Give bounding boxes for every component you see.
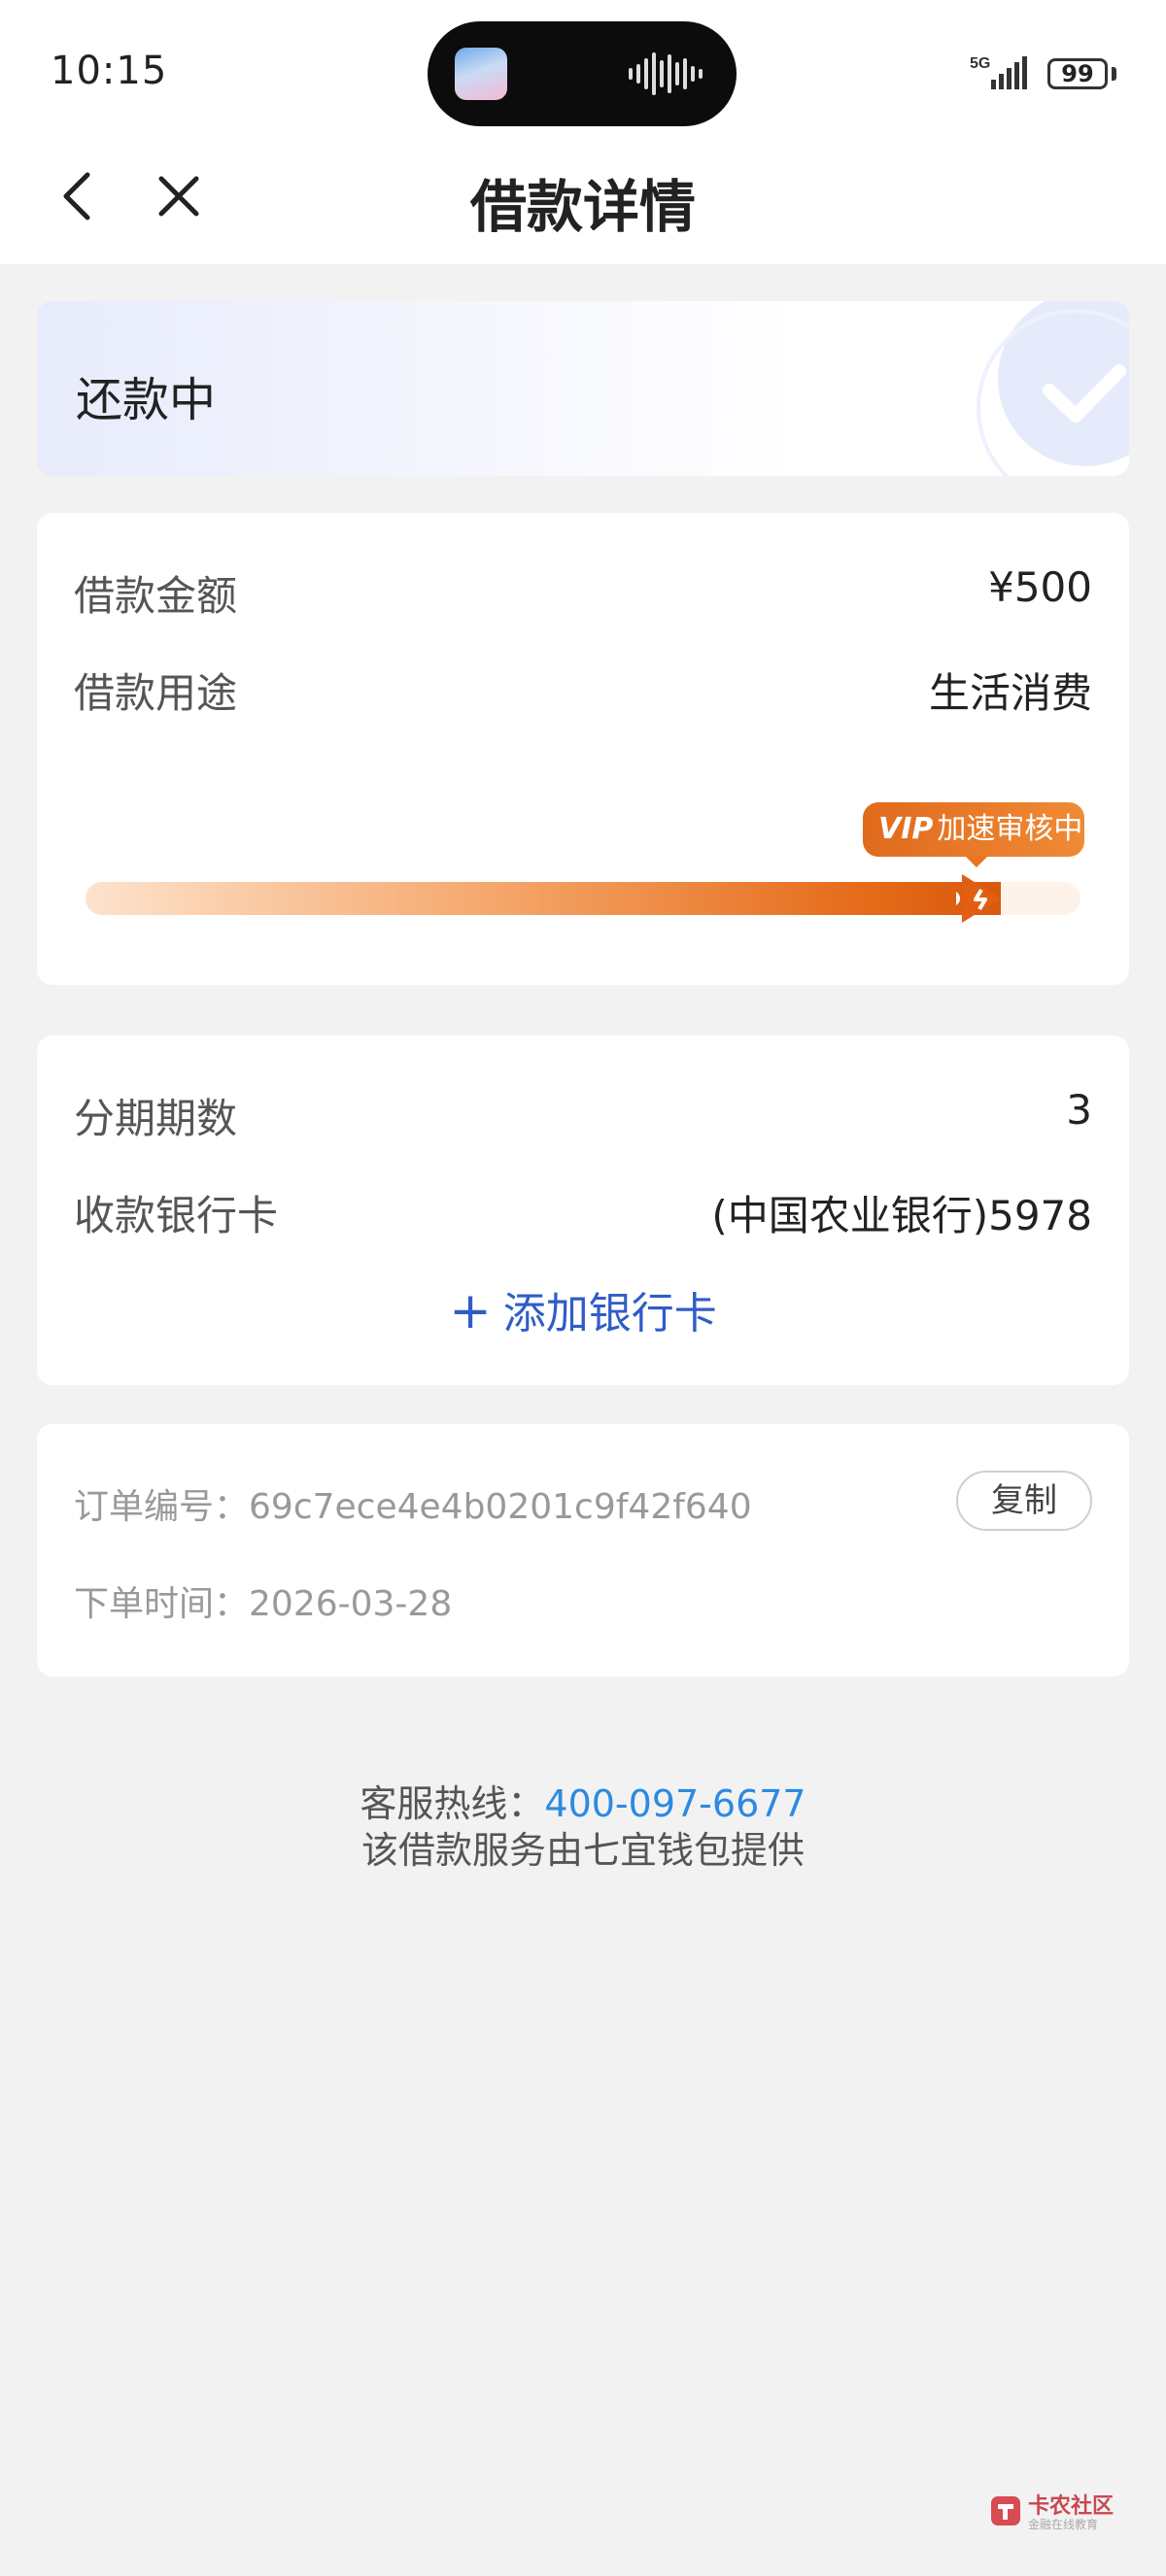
hotline-number-link[interactable]: 400-097-6677 [544,1782,806,1825]
nav-header: 借款详情 [0,146,1166,264]
status-time: 10:15 [51,49,168,93]
purpose-label: 借款用途 [74,669,238,717]
copy-button[interactable]: 复制 [956,1471,1092,1531]
music-app-icon [455,48,507,100]
loan-status-card: 还款中 [37,301,1129,476]
amount-row: 借款金额 ¥500 [74,563,1092,622]
add-bank-card-label: 添加银行卡 [502,1289,717,1339]
provider-text: 该借款服务由七宜钱包提供 [360,1829,805,1872]
amount-label: 借款金额 [74,572,238,620]
order-time-value: 2026-03-28 [249,1584,453,1624]
battery-tip [1112,67,1116,81]
hotline-label: 客服热线： [360,1782,545,1825]
check-circle-icon [977,301,1129,476]
order-id-value: 69c7ece4e4b0201c9f42f640 [249,1487,752,1527]
audio-wave-icon [629,52,703,95]
watermark-subtitle: 金融在线教育 [1028,2518,1099,2531]
vip-text: 加速审核中 [937,812,1083,846]
loan-status-label: 还款中 [76,373,217,427]
add-bank-card-button[interactable]: + 添加银行卡 [37,1278,1129,1340]
page-title: 借款详情 [469,174,696,240]
periods-row: 分期期数 3 [74,1086,1092,1144]
bank-row: 收款银行卡 (中国农业银行)5978 [74,1183,1092,1241]
purpose-row: 借款用途 生活消费 [74,661,1092,719]
watermark: 卡农社区 金融在线教育 [989,2487,1115,2533]
vip-badge-pointer [965,856,988,867]
bank-label: 收款银行卡 [74,1192,279,1239]
battery-icon: 99 [1047,58,1108,89]
signal-icon: 5G [970,55,1027,89]
plus-icon: + [449,1282,492,1340]
progress-fill [86,882,1001,915]
order-card: 订单编号：69c7ece4e4b0201c9f42f640 复制 下单时间：20… [37,1424,1129,1677]
amount-value: ¥500 [988,563,1092,611]
network-type: 5G [970,55,990,72]
order-id-row: 订单编号：69c7ece4e4b0201c9f42f640 [74,1478,752,1529]
order-time-row: 下单时间：2026-03-28 [74,1576,452,1626]
vip-review-badge: VIP 加速审核中 [863,802,1084,857]
rocket-icon [956,874,1001,923]
periods-value: 3 [1066,1086,1092,1134]
loan-info-card: 借款金额 ¥500 借款用途 生活消费 VIP 加速审核中 [37,513,1129,985]
vip-prefix: VIP [878,812,934,846]
dynamic-island[interactable] [428,21,737,126]
purpose-value: 生活消费 [928,669,1092,717]
watermark-logo-icon [991,2496,1020,2525]
order-time-label: 下单时间： [74,1584,250,1624]
status-bar: 10:15 5G 99 [0,0,1166,146]
bank-value: (中国农业银行)5978 [711,1192,1092,1239]
status-indicators: 5G 99 [970,51,1116,93]
installment-card: 分期期数 3 收款银行卡 (中国农业银行)5978 + 添加银行卡 [37,1035,1129,1385]
hotline: 客服热线：400-097-6677 [0,1774,1166,1827]
order-id-label: 订单编号： [74,1487,250,1527]
periods-label: 分期期数 [74,1095,238,1142]
